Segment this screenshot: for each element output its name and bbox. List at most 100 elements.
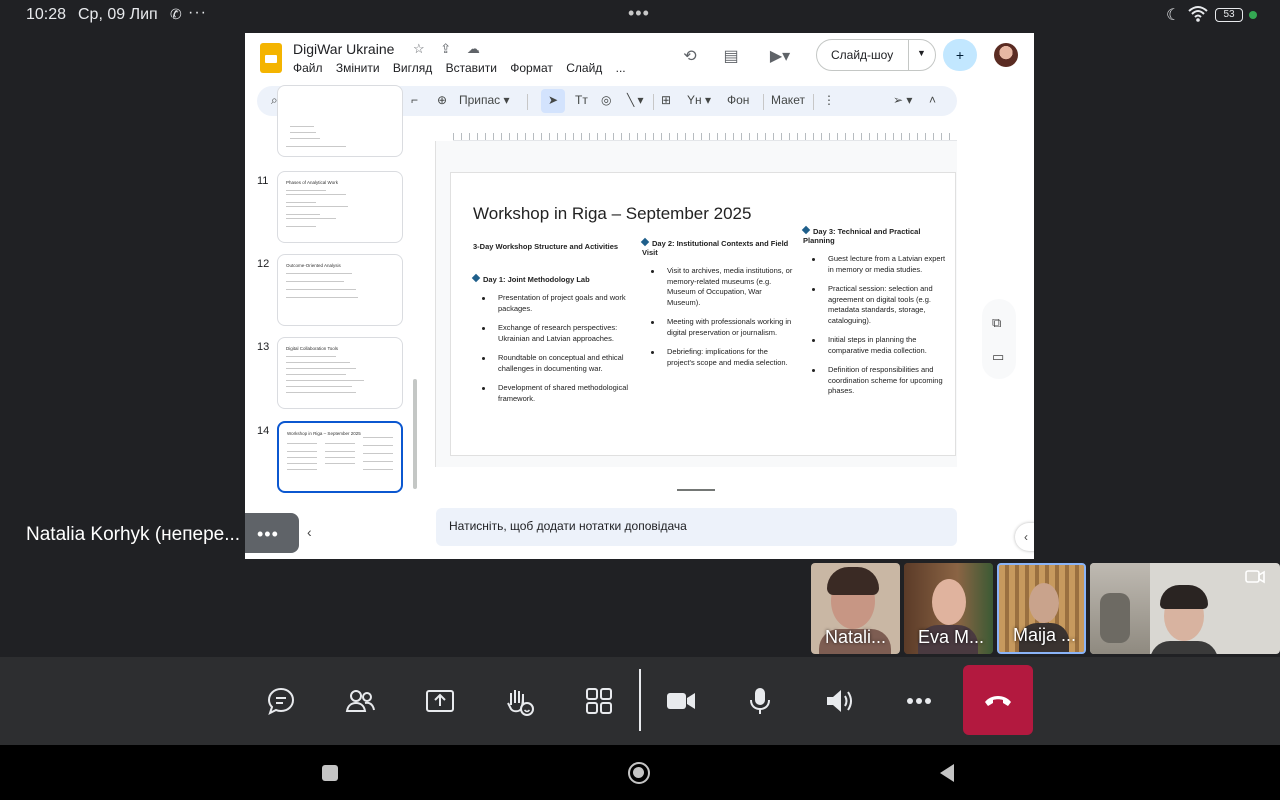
pointer-mode-icon[interactable]: ➢ ▾	[893, 93, 912, 107]
back-button[interactable]	[938, 763, 956, 783]
camera-icon[interactable]	[665, 685, 697, 717]
list-item: Debriefing: implications for the project…	[642, 347, 794, 368]
filmstrip-scrollbar[interactable]	[413, 379, 417, 489]
account-avatar[interactable]	[994, 43, 1018, 67]
raise-hand-reactions-icon[interactable]	[503, 685, 535, 717]
slide-thumbnail-title: Outcome-Oriented Analysis	[286, 263, 341, 268]
chevron-down-icon[interactable]: ▼	[917, 48, 926, 58]
slide-filmstrip[interactable]: 11 Phases of Analytical Work 12 Outcome-…	[245, 85, 425, 559]
slide-subtitle: 3-Day Workshop Structure and Activities	[473, 242, 619, 251]
more-options-icon[interactable]	[903, 685, 935, 717]
notes-resize-handle[interactable]	[677, 489, 715, 491]
day1-heading: Day 1: Joint Methodology Lab	[483, 275, 590, 284]
home-button[interactable]	[628, 762, 650, 784]
day3-column[interactable]: Day 3: Technical and Practical Planning …	[801, 225, 953, 406]
slides-logo-icon[interactable]	[260, 43, 282, 73]
chevron-left-icon[interactable]: ‹	[307, 524, 312, 540]
slide-number: 12	[257, 258, 270, 270]
line-icon[interactable]: ╲ ▾	[627, 93, 644, 107]
move-to-drive-icon[interactable]: ⇪	[440, 41, 451, 56]
menu-view[interactable]: Вигляд	[393, 61, 432, 75]
menu-file[interactable]: Файл	[293, 61, 323, 75]
share-button[interactable]: +	[943, 39, 977, 71]
speaker-notes[interactable]: Натисніть, щоб додати нотатки доповідача	[436, 508, 957, 546]
slide-number: 14	[257, 425, 270, 437]
background-button[interactable]: Фон	[727, 93, 749, 107]
star-icon[interactable]: ☆	[413, 41, 425, 56]
menu-edit[interactable]: Змінити	[336, 61, 380, 75]
cursor-icon[interactable]: ➤	[548, 93, 558, 107]
slide-thumbnail[interactable]: Digital Collaboration Tools	[277, 337, 403, 409]
side-panel-tools: ⧉ ▭	[982, 299, 1016, 379]
list-item: Development of shared methodological fra…	[473, 383, 635, 404]
microphone-icon[interactable]	[744, 685, 776, 717]
leave-call-button[interactable]	[963, 665, 1033, 735]
zoom-icon[interactable]: ⊕	[437, 93, 447, 107]
more-notifications-icon: ···	[188, 4, 207, 21]
list-item: Presentation of project goals and work p…	[473, 293, 635, 314]
participants-icon[interactable]	[344, 685, 376, 717]
call-controls	[0, 657, 1280, 745]
self-view-tile[interactable]	[1090, 563, 1280, 654]
switch-camera-icon[interactable]	[1244, 567, 1266, 587]
list-item: Roundtable on conceptual and ethical cha…	[473, 353, 635, 374]
date: Ср, 09 Лип	[78, 6, 158, 23]
text-box-icon[interactable]: Тт	[575, 93, 588, 107]
meet-icon[interactable]: ▶▾	[763, 46, 797, 68]
camera-in-use-indicator	[1249, 11, 1257, 19]
slide-thumbnail[interactable]: Outcome-Oriented Analysis	[277, 254, 403, 326]
diamond-bullet-icon	[471, 273, 481, 283]
slideshow-button[interactable]: Слайд-шоу ▼	[816, 39, 936, 71]
clock: 10:28	[26, 6, 67, 23]
slide-thumbnail-active[interactable]: Workshop in Riga – September 2025	[277, 421, 403, 493]
more-options-icon[interactable]: ⋮	[823, 93, 835, 107]
slide-thumbnail[interactable]	[277, 85, 403, 157]
paint-format-icon[interactable]: ⌐	[411, 93, 418, 107]
speaker-notes-placeholder: Натисніть, щоб додати нотатки доповідача	[449, 519, 687, 533]
layout-button[interactable]: Макет	[771, 93, 805, 107]
menu-format[interactable]: Формат	[510, 61, 553, 75]
shared-screen[interactable]: DigiWar Ukraine ☆ ⇪ ☁ Файл Змінити Вигля…	[245, 33, 1034, 559]
divider	[639, 669, 641, 731]
participant-tile-active-speaker[interactable]: Maija ...	[997, 563, 1086, 654]
tile-more-button[interactable]: •••	[245, 513, 299, 553]
document-title[interactable]: DigiWar Ukraine	[293, 41, 394, 57]
shape-icon[interactable]: ◎	[601, 93, 611, 107]
chat-icon[interactable]	[265, 685, 297, 717]
day2-column[interactable]: Day 2: Institutional Contexts and Field …	[640, 237, 794, 377]
share-screen-icon[interactable]	[424, 685, 456, 717]
slide-number: 11	[257, 175, 269, 187]
layout-grid-icon[interactable]	[583, 685, 615, 717]
day2-heading: Day 2: Institutional Contexts and Field …	[642, 239, 789, 257]
participant-tile[interactable]: Eva M...	[904, 563, 993, 654]
list-item: Exchange of research perspectives: Ukrai…	[473, 323, 635, 344]
recents-button[interactable]	[322, 765, 338, 781]
list-item: Visit to archives, media institutions, o…	[642, 266, 794, 308]
collapse-toolbar-icon[interactable]: ˄	[929, 93, 936, 107]
menu-slide[interactable]: Слайд	[566, 61, 602, 75]
menu-insert[interactable]: Вставити	[446, 61, 497, 75]
slide-canvas[interactable]: Workshop in Riga – September 2025 3-Day …	[450, 172, 956, 456]
speaker-icon[interactable]	[824, 685, 856, 717]
battery-icon: 53	[1215, 8, 1243, 22]
keep-icon[interactable]: ⧉	[992, 315, 1001, 331]
comment-add-icon[interactable]: ⊞	[661, 93, 671, 107]
slide-title[interactable]: Workshop in Riga – September 2025	[473, 204, 751, 224]
participant-name: Maija ...	[1013, 625, 1077, 645]
slide-thumbnail-title: Workshop in Riga – September 2025	[287, 431, 361, 436]
input-tools-icon[interactable]: Yн ▾	[687, 93, 711, 107]
day1-column[interactable]: 3-Day Workshop Structure and Activities …	[471, 242, 635, 413]
slide-thumbnail[interactable]: Phases of Analytical Work	[277, 171, 403, 243]
wifi-icon	[1188, 6, 1208, 22]
zoom-select[interactable]: Припас ▾	[459, 93, 510, 107]
menu-more[interactable]: ...	[616, 61, 626, 75]
list-item: Practical session: selection and agreeme…	[803, 284, 953, 326]
history-icon[interactable]: ⟲	[679, 46, 701, 68]
list-item: Definition of responsibilities and coord…	[803, 365, 953, 397]
status-bar: 10:28 Ср, 09 Лип ✆ ··· ••• ☾ 53	[0, 0, 1280, 30]
comments-icon[interactable]: ▤	[720, 46, 742, 68]
participant-tile[interactable]: Natali...	[811, 563, 900, 654]
folder-icon[interactable]: ▭	[992, 349, 1004, 365]
cloud-status-icon[interactable]: ☁	[467, 41, 480, 56]
window-handle-icon[interactable]: •••	[628, 3, 650, 24]
